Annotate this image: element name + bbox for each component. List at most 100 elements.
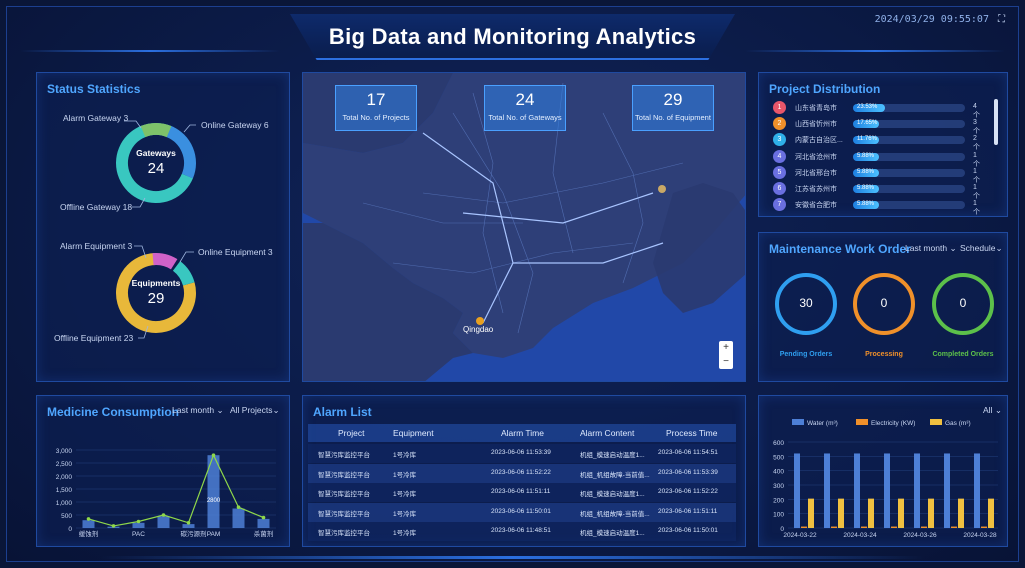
- gateways-center: Gateways 24: [126, 148, 186, 177]
- energy-bar[interactable]: [824, 453, 830, 528]
- energy-bar[interactable]: [951, 526, 957, 528]
- medicine-point[interactable]: [236, 505, 241, 509]
- energy-bar[interactable]: [974, 453, 980, 528]
- map-city-label: Qingdao: [463, 325, 494, 334]
- alarm-table-header: Project Equipment Alarm Time Alarm Conte…: [308, 424, 736, 442]
- energy-bar[interactable]: [794, 453, 800, 528]
- medicine-data-label: 2800: [207, 498, 221, 504]
- project-row[interactable]: 2 山西省忻州市 17.65% 3个: [773, 117, 983, 135]
- offline-gateway-label: Offline Gateway 18: [60, 202, 133, 212]
- energy-bar[interactable]: [928, 498, 934, 528]
- alarm-row[interactable]: 智慧污库监控平台 1号冷库 2023-06-06 11:52:22 机组_机组故障-当…: [308, 463, 736, 483]
- status-statistics-title: Status Statistics: [47, 82, 141, 96]
- medicine-point[interactable]: [86, 517, 91, 521]
- kpi-projects: 17 Total No. of Projects: [335, 85, 417, 131]
- project-row[interactable]: 7 安徽省合肥市 5.88% 1个: [773, 198, 983, 216]
- y-tick-label: 500: [61, 513, 72, 520]
- project-bar-track: 5.88%: [853, 185, 965, 193]
- project-bar-track: 5.88%: [853, 168, 965, 177]
- project-name: 河北省邢台市: [795, 169, 837, 177]
- energy-bar[interactable]: [868, 498, 874, 528]
- energy-bar[interactable]: [854, 453, 860, 528]
- alarm-row[interactable]: 智慧污库监控平台 1号冷库 2023-06-06 11:53:39 机组_模速启动温度…: [308, 444, 736, 463]
- alarm-row[interactable]: 智慧污库监控平台 1号冷库 2023-06-06 11:50:01 机组_机组故障-当…: [308, 502, 736, 522]
- project-rank: 1: [773, 101, 786, 114]
- project-row[interactable]: 4 河北省沧州市 5.88% 1个: [773, 149, 983, 168]
- maintenance-period-dropdown[interactable]: Last month ⌄: [905, 243, 957, 254]
- medicine-chart: 0 500 1,000 1,500 2,000 2,500 3,000 2800 缓蚀剂 PAC 碳…: [56, 448, 276, 538]
- medicine-bar[interactable]: [232, 508, 245, 529]
- energy-bar[interactable]: [861, 526, 867, 528]
- project-bar-track: 5.88%: [853, 152, 965, 161]
- alarm-cell: 1号冷库: [393, 491, 417, 498]
- project-row[interactable]: 1 山东省青岛市 23.53% 4个: [773, 101, 983, 119]
- alarm-row[interactable]: 智慧污库监控平台 1号冷库 2023-06-06 11:51:11 机组_模速启动温度…: [308, 483, 736, 502]
- medicine-point[interactable]: [161, 513, 166, 517]
- medicine-project-dropdown[interactable]: All Projects⌄: [230, 405, 280, 416]
- medicine-period-dropdown[interactable]: Last month ⌄: [172, 405, 224, 416]
- energy-bar[interactable]: [921, 526, 927, 528]
- project-name: 山西省忻州市: [795, 121, 837, 129]
- energy-bar[interactable]: [884, 453, 890, 528]
- qingdao-marker[interactable]: [476, 317, 484, 325]
- x-tick-label: 缓蚀剂: [79, 529, 99, 538]
- medicine-point[interactable]: [111, 524, 116, 528]
- maintenance-title: Maintenance Work Order: [769, 242, 911, 256]
- alarm-cell: 2023-06-06 11:50:01: [491, 507, 551, 515]
- project-rank: 7: [773, 198, 786, 212]
- energy-bar[interactable]: [914, 453, 920, 528]
- alarm-equipment-label: Alarm Equipment 3: [60, 241, 133, 251]
- medicine-bar[interactable]: [82, 520, 95, 528]
- alarm-cell: 1号冷库: [393, 530, 417, 537]
- alarm-gateway-label: Alarm Gateway 3: [63, 113, 129, 123]
- expand-icon[interactable]: ⛶: [998, 14, 1005, 25]
- energy-bar[interactable]: [838, 498, 844, 528]
- medicine-bar[interactable]: [257, 518, 270, 528]
- project-rank: 5: [773, 165, 786, 179]
- kpi-projects-value: 17: [366, 90, 386, 109]
- map-view[interactable]: 17 Total No. of Projects 24 Total No. of…: [302, 72, 746, 382]
- energy-bar[interactable]: [891, 526, 897, 528]
- project-row[interactable]: 6 江苏省苏州市 5.88% 1个: [773, 182, 983, 200]
- completed-orders-ring: 0: [932, 273, 994, 335]
- energy-bar[interactable]: [831, 526, 837, 528]
- zoom-out-button[interactable]: −: [719, 355, 733, 369]
- medicine-point[interactable]: [211, 453, 216, 457]
- project-bar-track: 17.65%: [853, 120, 965, 129]
- pending-orders-ring: 30: [775, 273, 837, 335]
- medicine-point[interactable]: [261, 515, 266, 520]
- equipments-total: 29: [147, 290, 165, 307]
- energy-bar[interactable]: [898, 498, 904, 528]
- offline-equipment-label: Offline Equipment 23: [54, 333, 134, 343]
- alarm-cell: 2023-06-06 11:48:51: [491, 527, 551, 534]
- energy-bar[interactable]: [981, 526, 987, 528]
- medicine-bar[interactable]: [157, 516, 170, 528]
- alarm-cell: 2023-06-06 11:52:22: [658, 488, 718, 495]
- energy-bar[interactable]: [958, 498, 964, 528]
- maintenance-type-dropdown[interactable]: Schedule⌄: [960, 243, 1003, 254]
- page-title: Big Data and Monitoring Analytics: [328, 24, 697, 49]
- energy-bar[interactable]: [801, 526, 807, 528]
- medicine-point[interactable]: [136, 519, 141, 524]
- energy-bar[interactable]: [808, 498, 814, 528]
- project-row[interactable]: 5 河北省邢台市 5.88% 1个: [773, 165, 983, 184]
- energy-bar[interactable]: [988, 498, 994, 528]
- project-rank: 2: [773, 117, 786, 131]
- medicine-bar[interactable]: [182, 524, 195, 528]
- medicine-point[interactable]: [186, 521, 191, 525]
- kpi-projects-label: Total No. of Projects: [342, 113, 410, 122]
- processing-value: 0: [880, 296, 888, 310]
- project-row[interactable]: 3 内蒙古自治区... 11.76% 2个: [773, 133, 983, 151]
- equipments-center-label: Equipments: [131, 278, 181, 288]
- zoom-in-button[interactable]: +: [719, 341, 733, 355]
- y-tick-label: 200: [773, 497, 784, 504]
- x-tick-label: PAM: [207, 531, 221, 538]
- project-bar-track: 11.76%: [853, 136, 965, 145]
- project-distribution-panel: Project Distribution 1 山东省青岛市 23.53% 4个 2 山西省…: [758, 72, 1008, 217]
- medicine-bar[interactable]: [132, 522, 145, 528]
- y-tick-label: 3,000: [56, 448, 73, 455]
- processing-ring: 0: [853, 273, 915, 335]
- x-tick-label: 碳污源剂: [181, 529, 207, 538]
- alarm-row[interactable]: 智慧污库监控平台 1号冷库 2023-06-06 11:48:51 机组_模速启动温度…: [308, 522, 736, 541]
- energy-bar[interactable]: [944, 453, 950, 528]
